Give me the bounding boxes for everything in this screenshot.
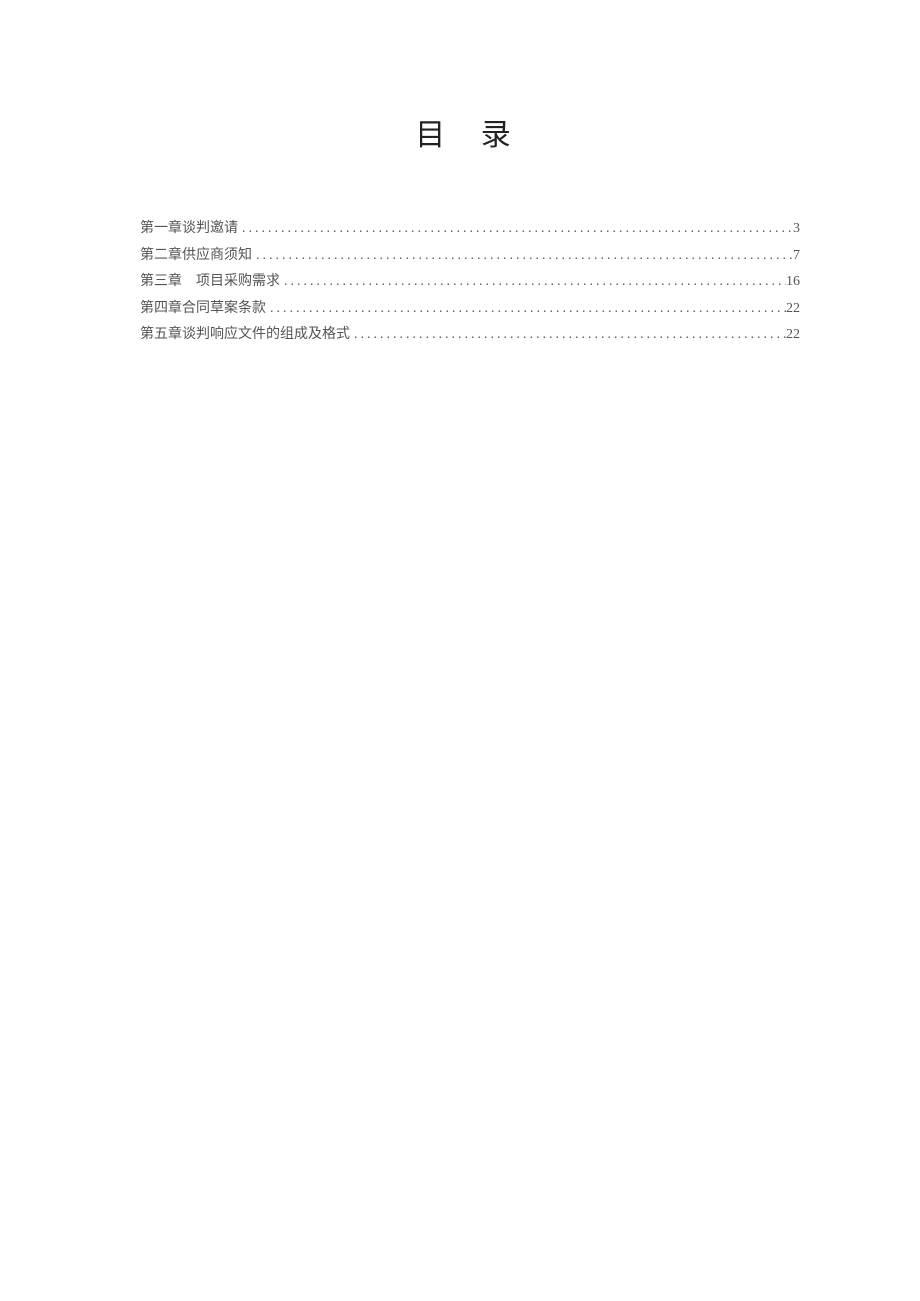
toc-dots (238, 216, 793, 243)
table-of-contents: 第一章谈判邀请 3 第二章供应商须知 7 第三章 项目采购需求 16 第四章合同… (140, 216, 800, 349)
toc-entry: 第一章谈判邀请 3 (140, 216, 800, 243)
toc-entry: 第五章谈判响应文件的组成及格式 22 (140, 322, 800, 349)
toc-entry-label: 第一章谈判邀请 (140, 216, 238, 243)
toc-entry-label: 第三章 项目采购需求 (140, 269, 280, 296)
toc-entry-page: 22 (786, 296, 800, 323)
toc-entry-page: 22 (786, 322, 800, 349)
toc-entry: 第二章供应商须知 7 (140, 243, 800, 270)
toc-dots (252, 243, 793, 270)
toc-dots (280, 269, 786, 296)
toc-entry: 第三章 项目采购需求 16 (140, 269, 800, 296)
page-title: 目 录 (140, 110, 800, 154)
toc-entry-page: 16 (786, 269, 800, 296)
toc-entry-page: 7 (793, 243, 800, 270)
toc-entry-label: 第五章谈判响应文件的组成及格式 (140, 322, 350, 349)
toc-entry-label: 第二章供应商须知 (140, 243, 252, 270)
document-page: 目 录 第一章谈判邀请 3 第二章供应商须知 7 第三章 项目采购需求 16 第… (0, 0, 920, 349)
toc-entry: 第四章合同草案条款 22 (140, 296, 800, 323)
toc-dots (350, 322, 786, 349)
toc-dots (266, 296, 786, 323)
toc-entry-label: 第四章合同草案条款 (140, 296, 266, 323)
toc-entry-page: 3 (793, 216, 800, 243)
